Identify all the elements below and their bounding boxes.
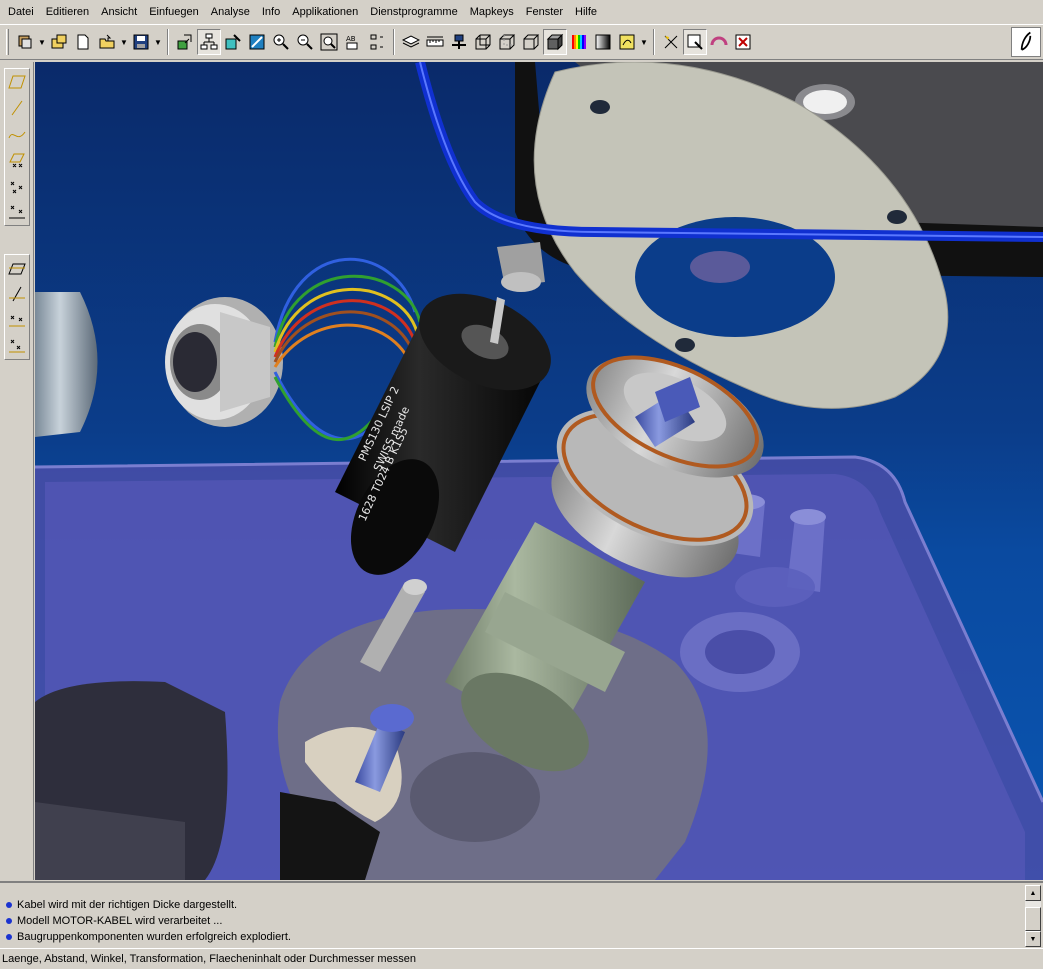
appearance-icon[interactable] (567, 29, 591, 55)
select-icon[interactable] (659, 29, 683, 55)
chevron-down-icon[interactable]: ▼ (639, 29, 649, 55)
datum-plane-icon[interactable] (5, 69, 29, 95)
round-connector[interactable] (165, 297, 283, 427)
chevron-down-icon[interactable]: ▼ (37, 29, 47, 55)
hidden-line-icon[interactable] (495, 29, 519, 55)
named-view-icon[interactable] (447, 29, 471, 55)
graphics-window[interactable]: PMS130 LSIP 2 SWISS made 1628 T024 B K1S… (35, 62, 1043, 880)
toolbar-separator (167, 29, 169, 55)
message-text: Baugruppenkomponenten wurden erfolgreich… (17, 931, 291, 943)
save-icon[interactable] (129, 29, 153, 55)
axis-on-icon[interactable] (5, 281, 29, 307)
assembly-model[interactable]: PMS130 LSIP 2 SWISS made 1628 T024 B K1S… (35, 62, 1043, 880)
message-text: Kabel wird mit der richtigen Dicke darge… (17, 899, 238, 911)
menu-info[interactable]: Info (256, 2, 286, 22)
message-line: Kabel wird mit der richtigen Dicke darge… (4, 897, 1019, 913)
toolbar-separator (653, 29, 655, 55)
message-bullet-icon (6, 918, 12, 924)
message-scrollbar[interactable]: ▲ ▼ (1025, 885, 1041, 947)
scroll-thumb[interactable] (1025, 907, 1041, 931)
shading-icon[interactable] (543, 29, 567, 55)
main-toolbar: ▼ ▼ ▼ AB ▼ (0, 24, 1043, 60)
no-hidden-icon[interactable] (519, 29, 543, 55)
point-on-icon[interactable] (5, 307, 29, 333)
repaint-icon[interactable] (221, 29, 245, 55)
menu-einfuegen[interactable]: Einfuegen (143, 2, 205, 22)
datum-toolbar (0, 62, 34, 880)
menu-editieren[interactable]: Editieren (40, 2, 95, 22)
shaft-hole[interactable] (410, 752, 540, 842)
menu-bar: Datei Editieren Ansicht Einfuegen Analys… (0, 0, 1043, 24)
close-window-icon[interactable] (731, 29, 755, 55)
spin-icon[interactable] (615, 29, 639, 55)
scroll-down-icon[interactable]: ▼ (1025, 931, 1041, 947)
menu-applikationen[interactable]: Applikationen (286, 2, 364, 22)
annotation-icon[interactable]: AB (341, 29, 365, 55)
model-tree-icon[interactable] (197, 29, 221, 55)
message-text: Modell MOTOR-KABEL wird verarbeitet ... (17, 915, 223, 927)
layers-icon[interactable] (399, 29, 423, 55)
status-bar: Laenge, Abstand, Winkel, Transformation,… (0, 948, 1043, 969)
menu-hilfe[interactable]: Hilfe (569, 2, 603, 22)
menu-analyse[interactable]: Analyse (205, 2, 256, 22)
datum-axis-icon[interactable] (5, 95, 29, 121)
message-area: Kabel wird mit der richtigen Dicke darge… (0, 881, 1043, 947)
regenerate-icon[interactable] (173, 29, 197, 55)
datum-display-icon[interactable] (365, 29, 389, 55)
query-icon[interactable] (683, 29, 707, 55)
message-bullet-icon (6, 934, 12, 940)
measure-icon[interactable] (423, 29, 447, 55)
menu-fenster[interactable]: Fenster (520, 2, 569, 22)
assembly-icon[interactable] (13, 29, 37, 55)
menu-mapkeys[interactable]: Mapkeys (464, 2, 520, 22)
datum-curve-icon[interactable] (5, 121, 29, 147)
menu-ansicht[interactable]: Ansicht (95, 2, 143, 22)
pick-from-list-icon[interactable] (707, 29, 731, 55)
chevron-down-icon[interactable]: ▼ (119, 29, 129, 55)
message-bullet-icon (6, 902, 12, 908)
zoom-out-icon[interactable] (293, 29, 317, 55)
toolbar-separator (393, 29, 395, 55)
zoom-in-icon[interactable] (269, 29, 293, 55)
open-icon[interactable] (47, 29, 71, 55)
datum-point-sketch-icon[interactable] (5, 173, 29, 199)
menu-datei[interactable]: Datei (2, 2, 40, 22)
svg-text:AB: AB (346, 35, 356, 43)
refit-icon[interactable] (317, 29, 341, 55)
coordinate-system-icon[interactable] (5, 199, 29, 225)
menu-dienstprogramme[interactable]: Dienstprogramme (364, 2, 463, 22)
scroll-up-icon[interactable]: ▲ (1025, 885, 1041, 901)
proe-logo-icon (1011, 27, 1041, 57)
toolbar-grip[interactable] (6, 29, 9, 55)
message-line: Modell MOTOR-KABEL wird verarbeitet ... (4, 913, 1019, 929)
color-icon[interactable] (591, 29, 615, 55)
orient-icon[interactable] (245, 29, 269, 55)
wireframe-icon[interactable] (471, 29, 495, 55)
datum-point-icon[interactable] (5, 147, 29, 173)
open-folder-icon[interactable] (95, 29, 119, 55)
message-line: Baugruppenkomponenten wurden erfolgreich… (4, 929, 1019, 945)
chevron-down-icon[interactable]: ▼ (153, 29, 163, 55)
new-icon[interactable] (71, 29, 95, 55)
csys-on-icon[interactable] (5, 333, 29, 359)
plane-on-icon[interactable] (5, 255, 29, 281)
left-cylinder[interactable] (35, 292, 98, 437)
